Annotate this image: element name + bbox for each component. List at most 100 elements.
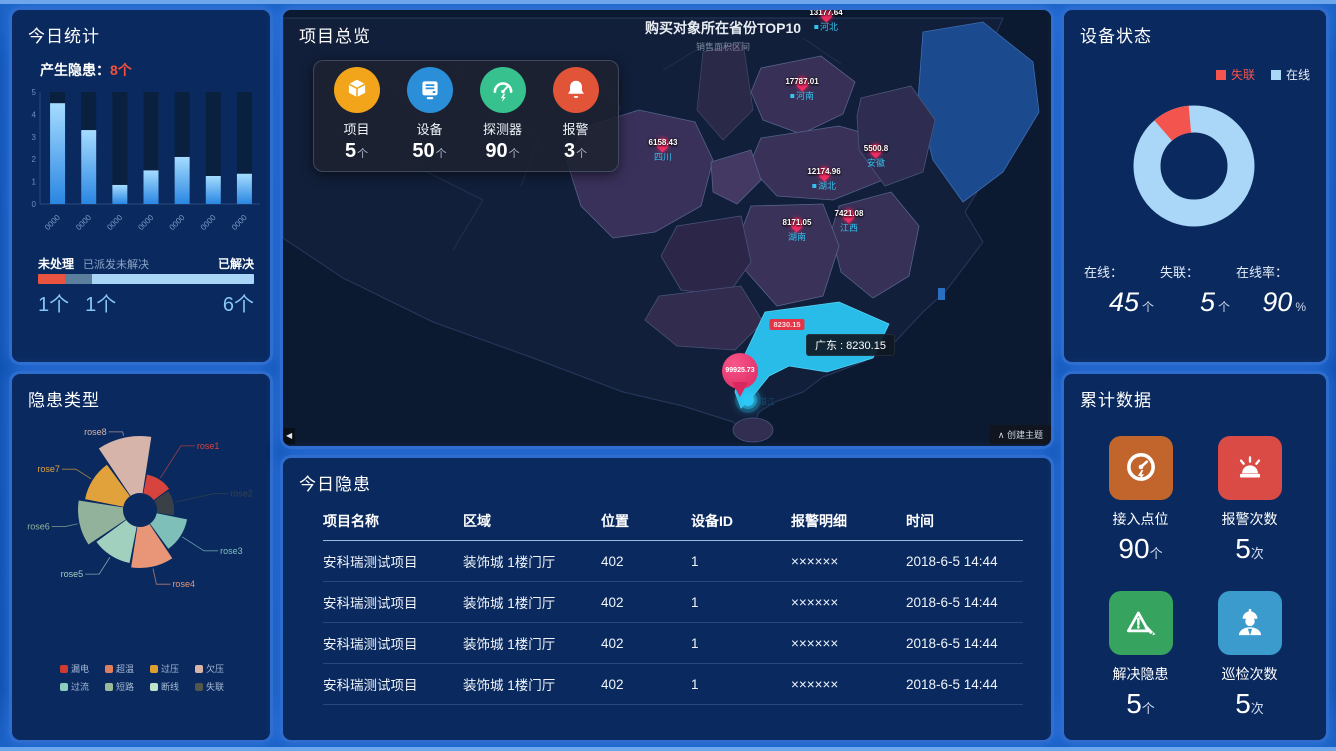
table-cell: 装饰城 1楼门厅 (463, 674, 601, 694)
status-value: 6个 (223, 288, 254, 317)
svg-text:rose4: rose4 (172, 579, 195, 589)
legend-swatch-icon (1216, 70, 1226, 80)
stat-value: 5个 (1160, 287, 1236, 318)
rose-legend-item[interactable]: 漏电 (60, 662, 105, 675)
stat-icon-circle (334, 67, 380, 113)
table-cell: ×××××× (791, 636, 906, 651)
table-header-cell: 设备ID (691, 511, 791, 531)
overview-stat-设备: 设备 50个 (407, 67, 453, 165)
marker-province: 湖南 (788, 232, 806, 242)
stat-label: 报警 (562, 119, 588, 138)
table-row: 安科瑞测试项目装饰城 1楼门厅4021××××××2018-6-5 14:44 (323, 582, 1023, 623)
card-label: 巡检次数 (1222, 664, 1278, 684)
card-label: 接入点位 (1113, 509, 1169, 529)
rose-legend-item[interactable]: 过流 (60, 680, 105, 693)
bell-icon (563, 77, 589, 103)
pin-tip (732, 382, 748, 405)
panel-title: 今日统计 (28, 22, 100, 47)
cumulative-cards: 接入点位 90个 报警次数 5次 解决隐患 5个 巡检次数 5次 (1090, 436, 1300, 720)
stat-value: 5个 (345, 140, 368, 165)
table-cell: 402 (601, 595, 691, 610)
panel-today-dangers: 今日隐患 项目名称区域位置设备ID报警明细时间 安科瑞测试项目装饰城 1楼门厅4… (283, 458, 1051, 740)
table-cell: 1 (691, 636, 791, 651)
overview-stat-报警: 报警 3个 (553, 67, 599, 165)
table-header-cell: 项目名称 (323, 511, 463, 531)
table-cell: ×××××× (791, 554, 906, 569)
table-cell: 安科瑞测试项目 (323, 551, 463, 571)
device-stat: 在线： 45个 (1084, 262, 1160, 318)
map-marker-江西: 7421.08 江西 (835, 208, 864, 233)
svg-text:rose8: rose8 (84, 427, 107, 437)
panel-project-overview[interactable]: 购买对象所在省份TOP10 销售面积区间 项目总览 项目 5个 设备 50个 探… (283, 10, 1051, 446)
danger-summary-label: 产生隐患： (40, 62, 110, 78)
device-legend-item[interactable]: 失联 (1216, 66, 1255, 83)
rose-legend-item[interactable]: 欠压 (195, 662, 240, 675)
create-theme-button[interactable]: ∧ 创建主题 (990, 425, 1051, 444)
device-stats: 在线： 45个失联： 5个在线率： 90% (1084, 262, 1312, 318)
rose-legend-item[interactable]: 短路 (105, 680, 150, 693)
legend-swatch-icon (195, 683, 203, 691)
rose-legend: 漏电超温过压欠压过流短路 断线失联 (60, 662, 240, 693)
cumulative-card-解决隐患: 解决隐患 5个 (1090, 591, 1191, 720)
marker-province: 安徽 (867, 158, 885, 168)
legend-label: 失联 (1231, 66, 1255, 83)
map-marker-河南: 17787.01 河南 (785, 76, 818, 101)
status-legend: 未处理已派发未解决已解决 (38, 255, 254, 272)
panel-danger-types: 隐患类型 rose1rose2rose3rose4rose5rose6rose7… (12, 374, 270, 740)
cumulative-card-报警次数: 报警次数 5次 (1199, 436, 1300, 565)
card-value: 5次 (1235, 688, 1264, 720)
table-header-cell: 时间 (906, 511, 1023, 531)
device-icon (417, 77, 443, 103)
legend-swatch-icon (150, 683, 158, 691)
table-row: 安科瑞测试项目装饰城 1楼门厅4021××××××2018-6-5 14:44 (323, 623, 1023, 664)
card-label: 报警次数 (1222, 509, 1278, 529)
svg-text:1: 1 (32, 178, 37, 187)
legend-swatch-icon (60, 683, 68, 691)
table-header-cell: 报警明细 (791, 511, 906, 531)
legend-label: 短路 (116, 680, 134, 693)
table-cell: 2018-6-5 14:44 (906, 595, 1023, 610)
status-value: 1个 (85, 288, 116, 317)
svg-text:0000: 0000 (105, 213, 124, 232)
legend-label: 失联 (206, 680, 224, 693)
table-row: 安科瑞测试项目装饰城 1楼门厅4021××××××2018-6-5 14:44 (323, 541, 1023, 582)
card-icon-tile (1218, 436, 1282, 500)
marker-value: 7421.08 (835, 208, 864, 219)
stat-value: 50个 (412, 140, 446, 165)
danger-summary-value: 8个 (110, 62, 132, 78)
warning-edit-icon (1122, 604, 1160, 642)
table-cell: 402 (601, 554, 691, 569)
cumulative-card-接入点位: 接入点位 90个 (1090, 436, 1191, 565)
svg-text:0000: 0000 (136, 213, 155, 232)
stat-icon-circle (553, 67, 599, 113)
table-header-cell: 位置 (601, 511, 691, 531)
table-body: 安科瑞测试项目装饰城 1楼门厅4021××××××2018-6-5 14:44安… (323, 541, 1023, 705)
card-label: 解决隐患 (1113, 664, 1169, 684)
status-segment (38, 274, 65, 284)
svg-text:5: 5 (32, 88, 37, 97)
rose-legend-item[interactable]: 断线 (150, 680, 195, 693)
status-label: 已派发未解决 (83, 256, 149, 272)
stat-label: 在线： (1084, 262, 1160, 281)
marker-value: 5500.8 (864, 143, 888, 154)
table-cell: 1 (691, 677, 791, 692)
table-cell: 402 (601, 636, 691, 651)
worker-icon (1231, 604, 1269, 642)
alarm-table: 项目名称区域位置设备ID报警明细时间 安科瑞测试项目装饰城 1楼门厅4021××… (323, 502, 1023, 705)
stat-label: 项目 (343, 119, 369, 138)
rose-legend-item[interactable]: 过压 (150, 662, 195, 675)
stat-value: 45个 (1084, 287, 1160, 318)
svg-text:4: 4 (32, 110, 37, 119)
status-label: 未处理 (38, 255, 74, 272)
table-cell: ×××××× (791, 677, 906, 692)
rose-legend-item[interactable]: 超温 (105, 662, 150, 675)
status-values: 1个 1个 6个 (38, 288, 254, 317)
status-value: 1个 (38, 288, 69, 317)
collapse-arrow-button[interactable]: ◀ (283, 428, 295, 444)
device-legend-item[interactable]: 在线 (1271, 66, 1310, 83)
panel-title: 今日隐患 (299, 470, 371, 495)
stat-icon-circle (480, 67, 526, 113)
map-big-pin: 99925.73 (722, 353, 758, 400)
dot-icon (790, 94, 794, 98)
rose-legend-item[interactable]: 失联 (195, 680, 240, 693)
